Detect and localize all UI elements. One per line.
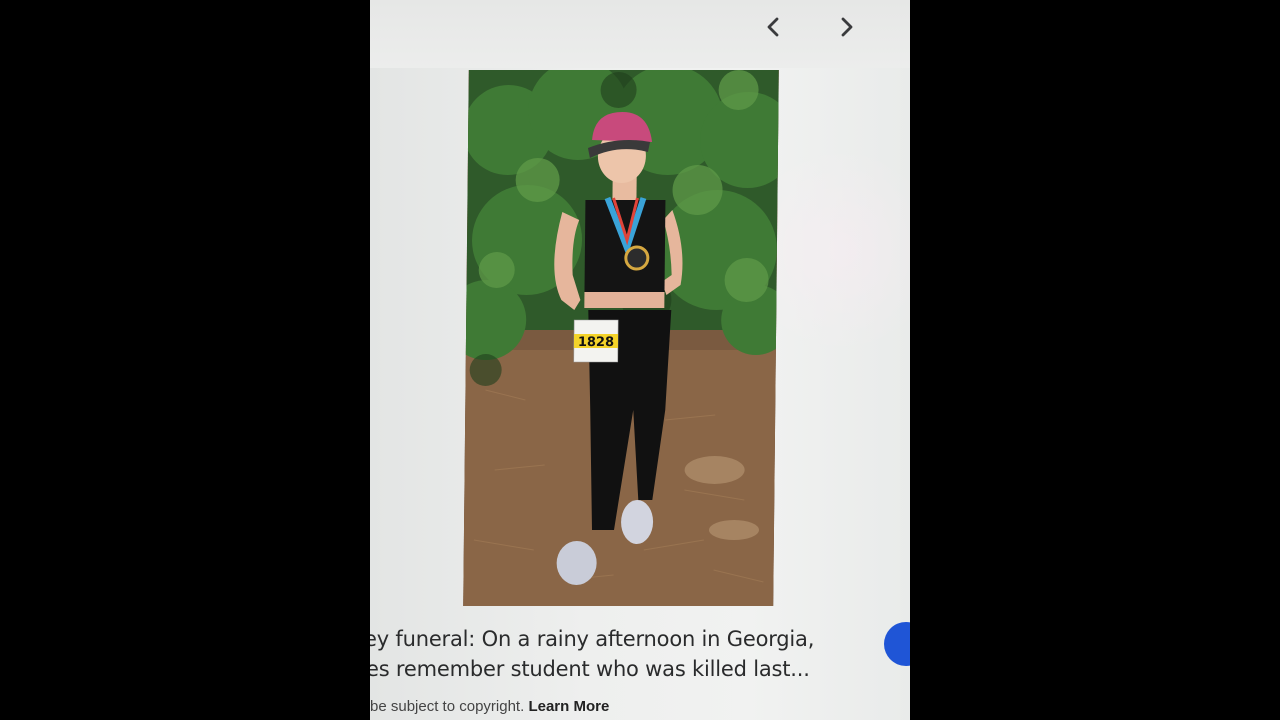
learn-more-link[interactable]: Learn More bbox=[528, 698, 609, 715]
chevron-left-icon bbox=[767, 17, 779, 37]
previous-image-button[interactable] bbox=[760, 14, 786, 40]
caption-line-2: es remember student who was killed last.… bbox=[370, 657, 810, 681]
image-caption[interactable]: ey funeral: On a rainy afternoon in Geor… bbox=[370, 624, 850, 684]
preview-image[interactable]: 1828 bbox=[463, 70, 779, 606]
copyright-notice: be subject to copyright. Learn More bbox=[370, 698, 910, 715]
photographed-screen: 1828 ey funeral: On a rainy afternoon in… bbox=[370, 0, 910, 720]
image-viewer-header bbox=[370, 0, 910, 68]
copyright-text: be subject to copyright. bbox=[370, 698, 525, 715]
visit-button[interactable] bbox=[884, 622, 910, 666]
chevron-right-icon bbox=[841, 17, 853, 37]
next-image-button[interactable] bbox=[834, 14, 860, 40]
race-bib-number: 1828 bbox=[578, 335, 614, 350]
caption-line-1: ey funeral: On a rainy afternoon in Geor… bbox=[370, 627, 815, 651]
